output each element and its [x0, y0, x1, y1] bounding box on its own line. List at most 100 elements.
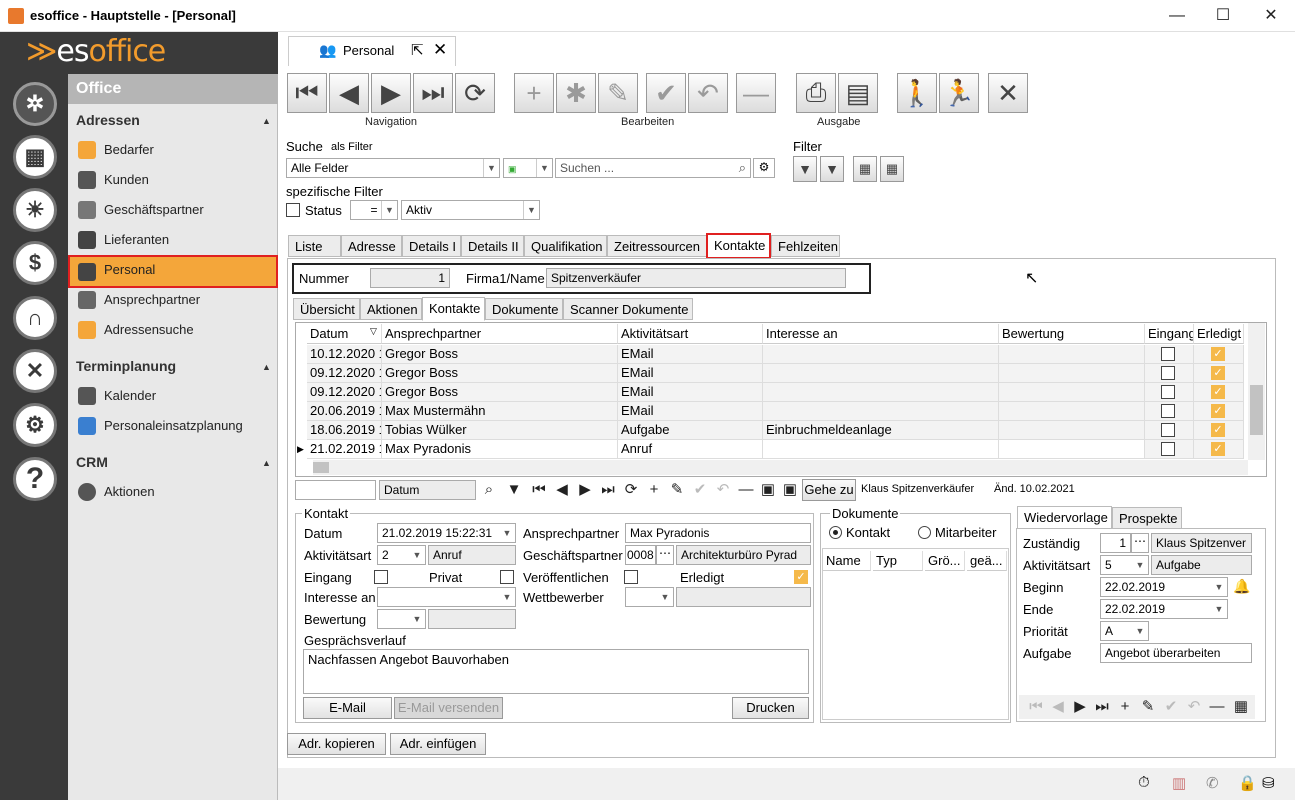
- doc-col-name[interactable]: Name: [823, 551, 871, 571]
- next-record-button[interactable]: ▶: [371, 73, 411, 113]
- table-cell[interactable]: Max Mustermähn: [382, 402, 618, 421]
- doc-col-geaendert[interactable]: geä...: [967, 551, 1007, 571]
- tab-fehlzeiten[interactable]: Fehlzeiten: [771, 235, 840, 257]
- subtab-kontakte[interactable]: Kontakte: [422, 297, 485, 321]
- edit-icon[interactable]: ✎: [1139, 698, 1157, 716]
- calculator-icon[interactable]: ▦: [13, 135, 57, 179]
- money-icon[interactable]: $: [13, 241, 57, 285]
- table-cell[interactable]: [763, 440, 999, 459]
- tab-wiedervorlage[interactable]: Wiedervorlage: [1017, 506, 1112, 529]
- walk-icon[interactable]: 🚶: [897, 73, 937, 113]
- table-cell[interactable]: EMail: [618, 364, 763, 383]
- database-icon[interactable]: ⛁: [1262, 774, 1275, 792]
- filter-person-icon[interactable]: ▣: [759, 481, 777, 499]
- table-cell[interactable]: EMail: [618, 345, 763, 364]
- table-cell[interactable]: EMail: [618, 402, 763, 421]
- veroeffentlichen-checkbox[interactable]: [624, 570, 638, 584]
- nav-item-personal[interactable]: Personal: [68, 255, 278, 288]
- grid-col-4[interactable]: Bewertung: [999, 324, 1145, 344]
- lookup-button[interactable]: ⋯: [656, 545, 674, 565]
- office-header[interactable]: Office: [68, 74, 278, 104]
- nav-item-lieferanten[interactable]: Lieferanten: [68, 225, 278, 255]
- nav-item-geschaeftspartner[interactable]: Geschäftspartner: [68, 195, 278, 225]
- table-cell[interactable]: EMail: [618, 383, 763, 402]
- wettbewerber-select[interactable]: ▼: [625, 587, 674, 607]
- stopwatch-icon[interactable]: ⏱: [1138, 774, 1150, 791]
- grid-field-select[interactable]: Datum: [379, 480, 476, 500]
- help-icon[interactable]: ?: [13, 457, 57, 501]
- nav-item-adressensuche[interactable]: Adressensuche: [68, 315, 278, 345]
- table-cell[interactable]: Gregor Boss: [382, 364, 618, 383]
- table-cell[interactable]: 09.12.2020 1: [307, 383, 382, 402]
- edit-icon[interactable]: ✎: [668, 481, 686, 499]
- save-icon[interactable]: ✔: [691, 481, 709, 499]
- add-button[interactable]: +: [514, 73, 554, 113]
- status-value-select[interactable]: Aktiv ▼: [401, 200, 540, 220]
- alarm-icon[interactable]: ☀: [13, 188, 57, 232]
- refresh-icon[interactable]: ⟳: [622, 481, 640, 499]
- nummer-field[interactable]: 1: [370, 268, 450, 288]
- wv-aktivitaetsart-select[interactable]: 5 ▼: [1100, 555, 1149, 575]
- table-cell[interactable]: [999, 364, 1145, 383]
- funnel-icon[interactable]: ▼: [505, 481, 523, 499]
- nav-item-bedarfer[interactable]: Bedarfer: [68, 135, 278, 165]
- tab-prospekte[interactable]: Prospekte: [1112, 507, 1182, 529]
- add-icon[interactable]: +: [1116, 698, 1134, 716]
- eingang-checkbox[interactable]: [1161, 347, 1175, 361]
- nav-section-adressen[interactable]: Adressen: [76, 112, 140, 128]
- tab-adresse[interactable]: Adresse: [341, 235, 402, 257]
- prev-record-button[interactable]: ◀: [329, 73, 369, 113]
- prev-icon[interactable]: ◀: [553, 481, 571, 499]
- subtab-uebersicht[interactable]: Übersicht: [293, 298, 360, 320]
- gears-icon[interactable]: ⚙: [13, 403, 57, 447]
- search-input[interactable]: Suchen ... ⌕: [555, 158, 751, 178]
- vertical-scrollbar[interactable]: [1248, 323, 1265, 460]
- doc-col-groesse[interactable]: Grö...: [925, 551, 965, 571]
- delete-button[interactable]: —: [736, 73, 776, 113]
- table-cell[interactable]: [999, 345, 1145, 364]
- radio-kontakt[interactable]: [829, 526, 842, 539]
- grid-col-1[interactable]: Ansprechpartner: [382, 324, 618, 344]
- table-cell[interactable]: [763, 383, 999, 402]
- table-cell[interactable]: [763, 402, 999, 421]
- copy-record-button[interactable]: ✱: [556, 73, 596, 113]
- subtab-scanner-dokumente[interactable]: Scanner Dokumente: [563, 298, 693, 320]
- erledigt-checkbox[interactable]: ✓: [1211, 366, 1225, 380]
- subtab-aktionen[interactable]: Aktionen: [360, 298, 422, 320]
- eingang-checkbox[interactable]: [1161, 442, 1175, 456]
- print-button[interactable]: ⎙: [796, 73, 836, 113]
- maximize-button[interactable]: ☐: [1200, 0, 1246, 32]
- drucken-button[interactable]: Drucken: [732, 697, 809, 719]
- next-icon[interactable]: ▶: [576, 481, 594, 499]
- grid-col-5[interactable]: Eingang: [1145, 324, 1194, 344]
- first-record-button[interactable]: ⏮: [287, 73, 327, 113]
- geschaeftspartner-number[interactable]: 0008: [625, 545, 656, 565]
- aufgabe-field[interactable]: Angebot überarbeiten: [1100, 643, 1252, 663]
- tools-icon[interactable]: ✕: [13, 349, 57, 393]
- ansprechpartner-field[interactable]: Max Pyradonis: [625, 523, 811, 543]
- save-button[interactable]: ✔: [646, 73, 686, 113]
- nav-item-kunden[interactable]: Kunden: [68, 165, 278, 195]
- interesse-select[interactable]: ▼: [377, 587, 516, 607]
- ende-field[interactable]: 22.02.2019 ▼: [1100, 599, 1228, 619]
- table-cell[interactable]: 18.06.2019 1: [307, 421, 382, 440]
- email-button[interactable]: E-Mail: [303, 697, 392, 719]
- tab-qualifikation[interactable]: Qualifikation: [524, 235, 607, 257]
- prev-icon[interactable]: ◀: [1049, 698, 1067, 716]
- minimize-button[interactable]: —: [1154, 0, 1200, 32]
- erledigt-checkbox[interactable]: ✓: [1211, 404, 1225, 418]
- table-cell[interactable]: Max Pyradonis: [382, 440, 618, 459]
- nav-section-crm[interactable]: CRM: [76, 454, 108, 470]
- email-send-button[interactable]: E-Mail versenden: [394, 697, 503, 719]
- collapse-icon[interactable]: ▲: [262, 458, 271, 468]
- filter-grid-alt-icon[interactable]: ▦: [880, 156, 904, 182]
- phone-icon[interactable]: ✆: [1206, 774, 1219, 792]
- doc-col-typ[interactable]: Typ: [873, 551, 923, 571]
- adr-einfuegen-button[interactable]: Adr. einfügen: [390, 733, 486, 755]
- delete-icon[interactable]: —: [737, 481, 755, 499]
- close-form-button[interactable]: ✕: [988, 73, 1028, 113]
- beginn-field[interactable]: 22.02.2019 ▼: [1100, 577, 1228, 597]
- calendar-icon[interactable]: ▦: [1232, 698, 1250, 716]
- gear-icon[interactable]: ⚙: [753, 158, 775, 178]
- collapse-icon[interactable]: ▲: [262, 116, 271, 126]
